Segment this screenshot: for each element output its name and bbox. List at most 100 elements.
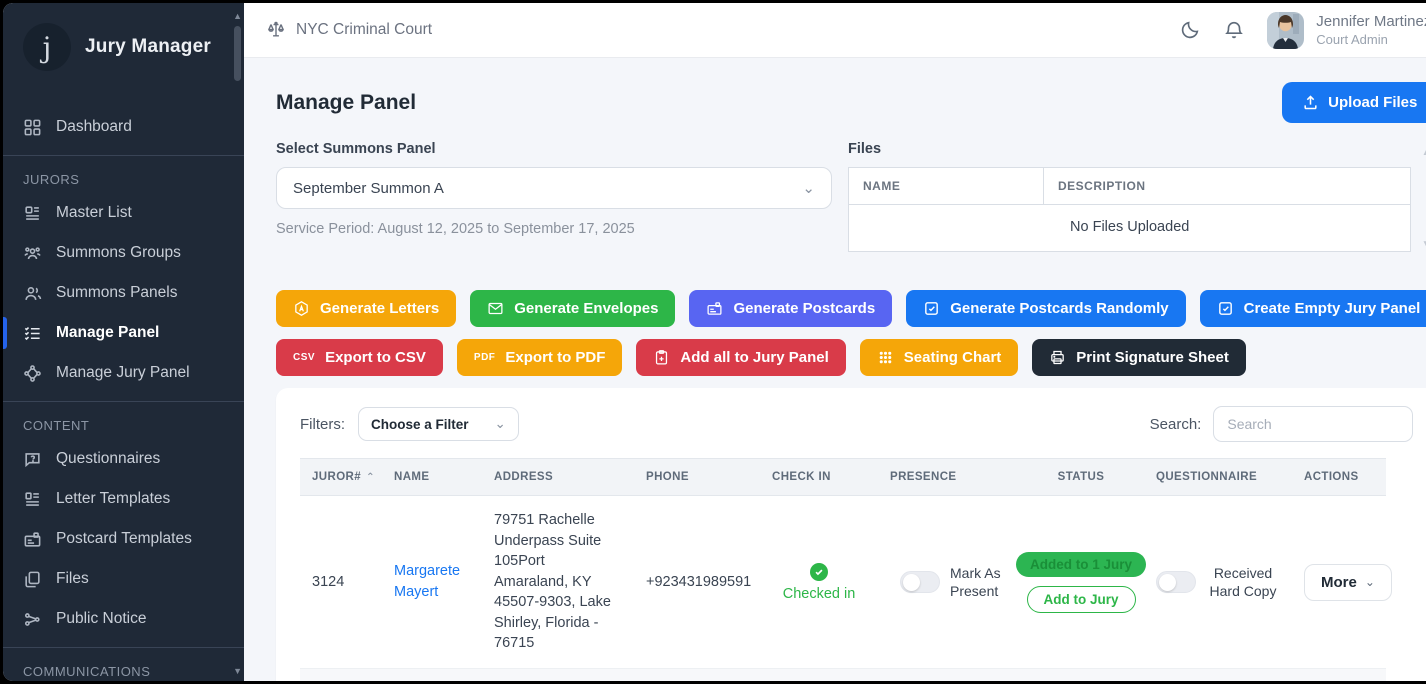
sidebar-section-jurors: JURORS <box>3 164 244 193</box>
generate-postcards-randomly-button[interactable]: Generate Postcards Randomly <box>906 290 1185 327</box>
user-group-icon <box>23 244 42 263</box>
col-name[interactable]: NAME <box>382 459 482 495</box>
sidebar-item-summons-groups[interactable]: Summons Groups <box>3 233 244 273</box>
questionnaire-label: Received Hard Copy <box>1206 564 1280 600</box>
postcard-icon <box>23 530 42 549</box>
files-title: Files <box>848 141 1411 157</box>
share-icon <box>23 610 42 629</box>
divider <box>3 155 244 156</box>
jurors-card: Filters: Choose a Filter ⌄ Search: JUROR… <box>276 388 1426 681</box>
more-actions-button[interactable]: More ⌄ <box>1304 564 1392 601</box>
seating-chart-button[interactable]: Seating Chart <box>860 339 1019 376</box>
page-title: Manage Panel <box>276 91 416 115</box>
create-empty-jury-panel-button[interactable]: Create Empty Jury Panel <box>1200 290 1426 327</box>
sidebar-item-manage-jury-panel[interactable]: Manage Jury Panel <box>3 353 244 393</box>
col-presence[interactable]: PRESENCE <box>878 459 1018 495</box>
col-juror-number[interactable]: JUROR#⌃ <box>300 459 382 495</box>
sidebar-scroll-up-icon[interactable]: ▲ <box>233 12 242 21</box>
sidebar-item-letter-templates[interactable]: Letter Templates <box>3 479 244 519</box>
button-label: Generate Postcards <box>733 300 875 317</box>
juror-number: 3124 <box>300 496 382 668</box>
app-title: Jury Manager <box>85 36 211 58</box>
export-csv-button[interactable]: CSV Export to CSV <box>276 339 443 376</box>
dots-grid-icon <box>877 349 894 366</box>
col-actions[interactable]: ACTIONS <box>1292 459 1386 495</box>
files-col-description: DESCRIPTION <box>1044 168 1160 204</box>
network-icon <box>23 364 42 383</box>
user-role: Court Admin <box>1316 32 1426 47</box>
search-label: Search: <box>1150 416 1202 433</box>
sidebar-scrollbar[interactable] <box>234 26 241 81</box>
sidebar-item-files[interactable]: Files <box>3 559 244 599</box>
button-label: Print Signature Sheet <box>1076 349 1229 366</box>
sidebar-section-content: CONTENT <box>3 410 244 439</box>
files-table: NAME DESCRIPTION No Files Uploaded <box>848 167 1411 252</box>
sidebar-nav: Dashboard JURORS Master List Summons Gro… <box>3 107 244 681</box>
col-address[interactable]: ADDRESS <box>482 459 634 495</box>
summons-panel-select[interactable]: September Summon A ⌄ <box>276 167 832 209</box>
files-scroll-down-icon[interactable]: ▼ <box>1421 239 1426 250</box>
files-section: Files NAME DESCRIPTION No Files Uploaded… <box>848 141 1426 252</box>
summons-panel-label: Select Summons Panel <box>276 141 832 157</box>
presence-cell: Mark As Present <box>878 496 1018 668</box>
dark-mode-toggle[interactable] <box>1179 19 1201 41</box>
sidebar-item-questionnaires[interactable]: Questionnaires <box>3 439 244 479</box>
col-questionnaire[interactable]: QUESTIONNAIRE <box>1144 459 1292 495</box>
generate-envelopes-button[interactable]: Generate Envelopes <box>470 290 675 327</box>
export-pdf-button[interactable]: PDF Export to PDF <box>457 339 623 376</box>
postcard-icon <box>706 300 723 317</box>
sidebar-item-public-notice[interactable]: Public Notice <box>3 599 244 639</box>
button-label: Add all to Jury Panel <box>680 349 828 366</box>
filter-select[interactable]: Choose a Filter ⌄ <box>358 407 519 441</box>
filter-select-value: Choose a Filter <box>371 417 469 432</box>
sidebar: j Jury Manager Dashboard JURORS Master L… <box>3 3 244 681</box>
add-to-jury-button[interactable]: Add to Jury <box>1027 586 1136 613</box>
upload-icon <box>1302 94 1319 111</box>
juror-name-link[interactable]: Margarete Mayert <box>394 561 470 603</box>
user-menu[interactable]: Jennifer Martinez Court Admin <box>1267 12 1426 49</box>
sidebar-item-label: Manage Jury Panel <box>56 364 190 382</box>
print-signature-sheet-button[interactable]: Print Signature Sheet <box>1032 339 1246 376</box>
upload-files-button[interactable]: Upload Files <box>1282 82 1426 123</box>
sidebar-section-communications: COMMUNICATIONS <box>3 656 244 681</box>
service-period-text: Service Period: August 12, 2025 to Septe… <box>276 221 832 237</box>
upload-files-label: Upload Files <box>1328 94 1417 111</box>
sidebar-scroll-down-icon[interactable]: ▼ <box>233 667 242 676</box>
list-icon <box>23 204 42 223</box>
checklist-icon <box>23 324 42 343</box>
col-phone[interactable]: PHONE <box>634 459 760 495</box>
files-empty-message: No Files Uploaded <box>849 205 1410 251</box>
col-status[interactable]: STATUS <box>1018 459 1144 495</box>
mark-as-present-toggle[interactable] <box>900 571 940 593</box>
files-scroll-up-icon[interactable]: ▲ <box>1421 147 1426 158</box>
more-label: More <box>1321 574 1357 591</box>
generate-letters-button[interactable]: Generate Letters <box>276 290 456 327</box>
sidebar-item-dashboard[interactable]: Dashboard <box>3 107 244 147</box>
questionnaire-cell: Received Hard Copy <box>1144 496 1292 668</box>
juror-address: 79751 Rachelle Underpass Suite 105Port A… <box>482 496 634 668</box>
add-all-to-jury-panel-button[interactable]: Add all to Jury Panel <box>636 339 845 376</box>
sidebar-item-label: Letter Templates <box>56 490 170 508</box>
col-check-in[interactable]: CHECK IN <box>760 459 878 495</box>
added-to-jury-badge: Added to 1 Jury <box>1016 552 1146 577</box>
pdf-text-icon: PDF <box>474 352 496 363</box>
received-hard-copy-toggle[interactable] <box>1156 571 1196 593</box>
court-name-label: NYC Criminal Court <box>296 21 432 39</box>
sidebar-item-postcard-templates[interactable]: Postcard Templates <box>3 519 244 559</box>
sidebar-item-summons-panels[interactable]: Summons Panels <box>3 273 244 313</box>
generate-postcards-button[interactable]: Generate Postcards <box>689 290 892 327</box>
page-content: Manage Panel Upload Files Select Summons… <box>244 58 1426 681</box>
sidebar-item-master-list[interactable]: Master List <box>3 193 244 233</box>
button-label: Generate Postcards Randomly <box>950 300 1168 317</box>
search-input[interactable] <box>1213 406 1413 442</box>
status-cell: Added to 1 Jury Add to Jury <box>1018 496 1144 668</box>
checkbox-icon <box>1217 300 1234 317</box>
button-label: Generate Envelopes <box>514 300 658 317</box>
chevron-down-icon: ⌄ <box>1365 575 1375 589</box>
notifications-button[interactable] <box>1223 19 1245 41</box>
sidebar-item-label: Questionnaires <box>56 450 160 468</box>
table-row: 468 Yvonne Fords Apt. 633 <box>300 669 1386 681</box>
user-name: Jennifer Martinez <box>1316 13 1426 32</box>
divider <box>3 401 244 402</box>
sidebar-item-manage-panel[interactable]: Manage Panel <box>3 313 244 353</box>
